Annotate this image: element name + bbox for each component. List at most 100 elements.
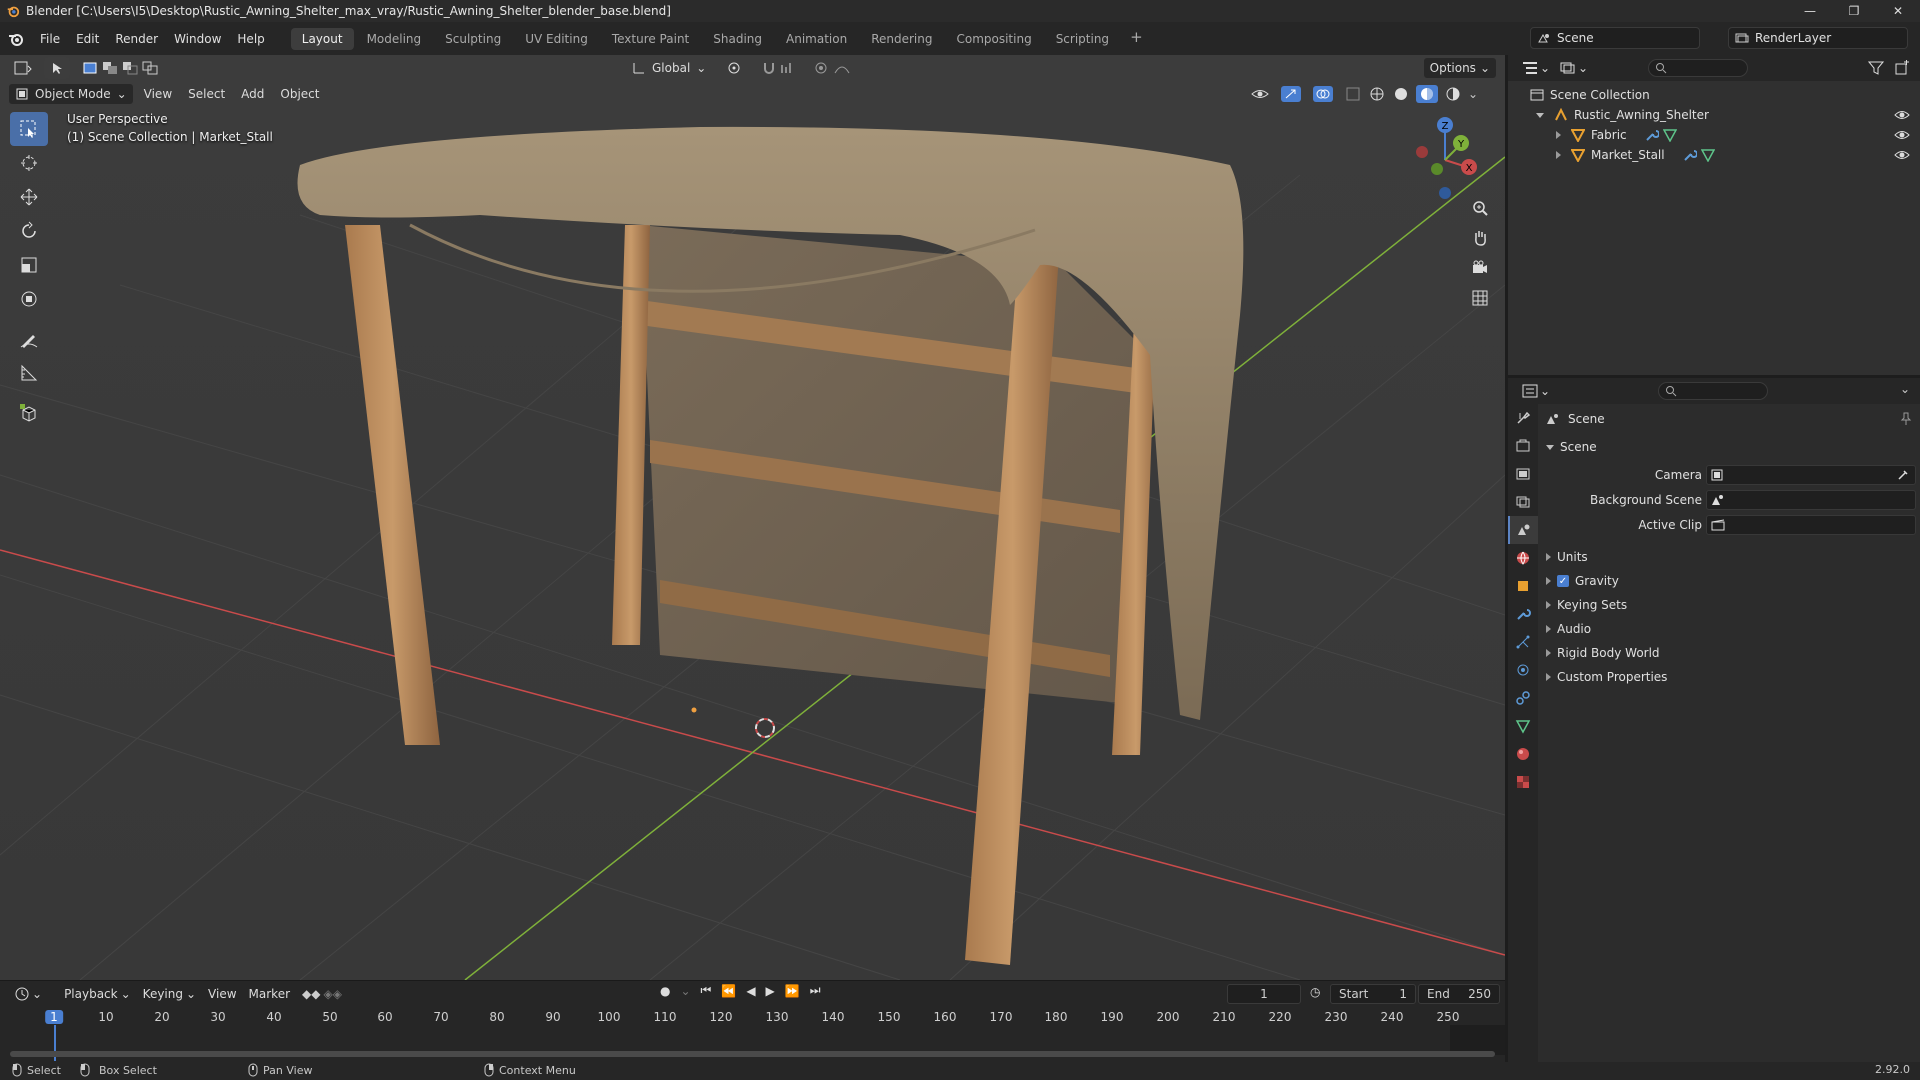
tab-shading[interactable]: Shading [702,28,773,50]
preview-range-icon[interactable]: ◷ [1310,985,1320,999]
eye-icon[interactable] [1894,108,1910,122]
menu-file[interactable]: File [32,28,68,50]
rendered-shading-icon[interactable] [1444,85,1462,103]
options-dropdown[interactable]: Options ⌄ [1422,57,1497,79]
add-workspace-icon[interactable]: + [1122,28,1151,50]
select-tool-button[interactable] [44,57,70,79]
outliner[interactable]: ⌄ ⌄ Scene Collection Rustic_Awning_Shelt… [1508,55,1920,375]
tool-cursor[interactable] [10,146,48,180]
tab-constraints[interactable] [1508,684,1538,712]
current-frame-field[interactable]: 1 [1227,984,1301,1004]
tab-uv-editing[interactable]: UV Editing [514,28,599,50]
tool-scale[interactable] [10,248,48,282]
keyframe-tools[interactable]: ◆◆ ◈◈ [296,983,348,1005]
viewport-menu-add[interactable]: Add [235,83,270,105]
tab-sculpting[interactable]: Sculpting [434,28,512,50]
camera-view-button[interactable] [1465,253,1495,283]
properties-editor[interactable]: ⌄ ⌄ Scene Scene Camera Background Scene … [1508,378,1920,1062]
editor-type-button[interactable] [8,57,38,79]
eye-icon[interactable] [1894,128,1910,142]
viewport-menu-object[interactable]: Object [274,83,325,105]
outliner-collection-row[interactable]: Rustic_Awning_Shelter [1508,105,1920,125]
blender-menu-icon[interactable] [8,31,24,47]
material-preview-icon[interactable] [1416,85,1438,103]
tab-view-layer[interactable] [1508,488,1538,516]
panel-audio[interactable]: Audio [1546,622,1591,636]
expand-arrow-icon[interactable] [1556,151,1561,159]
minimize-button[interactable]: — [1788,0,1832,22]
overlays-toggle-icon[interactable] [1312,85,1338,103]
tool-annotate[interactable] [10,322,48,356]
xray-toggle-icon[interactable] [1344,85,1362,103]
panel-gravity[interactable]: ✓ Gravity [1546,574,1619,588]
tab-scene[interactable] [1508,516,1538,544]
tab-texture-paint[interactable]: Texture Paint [601,28,700,50]
tab-texture[interactable] [1508,768,1538,796]
tab-object[interactable] [1508,572,1538,600]
tool-measure[interactable] [10,356,48,390]
orientation-dropdown[interactable]: Global ⌄ [626,57,712,79]
pivot-dropdown[interactable] [720,57,748,79]
3d-viewport[interactable]: Global ⌄ Options ⌄ Object Mode ⌄ View Se… [0,55,1505,980]
menu-edit[interactable]: Edit [68,28,107,50]
outliner-editor-type[interactable]: ⌄ [1516,57,1556,79]
tab-modeling[interactable]: Modeling [356,28,433,50]
close-button[interactable]: ✕ [1876,0,1920,22]
end-frame-field[interactable]: End 250 [1418,984,1500,1004]
properties-search-input[interactable] [1658,382,1768,400]
viewport-menu-view[interactable]: View [138,83,178,105]
tool-transform[interactable] [10,282,48,316]
maximize-button[interactable]: ❐ [1832,0,1876,22]
gizmo-toggle-icon[interactable] [1280,85,1306,103]
outliner-object-row[interactable]: Fabric [1508,125,1920,145]
timeline-menu-view[interactable]: View [202,983,242,1005]
shading-dropdown-icon[interactable]: ⌄ [1468,87,1478,101]
tab-rendering[interactable]: Rendering [860,28,943,50]
visibility-icon[interactable] [1250,86,1274,102]
pin-icon[interactable] [1900,412,1912,426]
tab-physics[interactable] [1508,656,1538,684]
pan-button[interactable] [1465,223,1495,253]
tool-move[interactable] [10,180,48,214]
menu-help[interactable]: Help [229,28,272,50]
timeline-scrollbar[interactable] [10,1051,1495,1057]
ortho-toggle-button[interactable] [1465,283,1495,313]
eyedropper-icon[interactable] [1897,469,1909,481]
menu-window[interactable]: Window [166,28,229,50]
scene-selector[interactable]: Scene [1530,27,1700,49]
mode-dropdown[interactable]: Object Mode ⌄ [8,83,134,105]
eye-icon[interactable] [1894,148,1910,162]
timeline-menu-keying[interactable]: Keying ⌄ [137,983,202,1005]
properties-editor-type[interactable]: ⌄ [1516,380,1556,402]
panel-rigid-body-world[interactable]: Rigid Body World [1546,646,1660,660]
tab-world[interactable] [1508,544,1538,572]
wireframe-shading-icon[interactable] [1368,85,1386,103]
viewport-menu-select[interactable]: Select [182,83,231,105]
tab-scripting[interactable]: Scripting [1045,28,1120,50]
play-reverse-icon[interactable]: ◀ [746,984,755,998]
filter-icon[interactable] [1868,61,1884,75]
ruler-current-frame[interactable]: 1 [45,1010,63,1024]
view-layer-selector[interactable]: RenderLayer [1728,27,1908,49]
zoom-button[interactable] [1465,193,1495,223]
panel-custom-properties[interactable]: Custom Properties [1546,670,1667,684]
record-icon[interactable]: ● [660,984,670,998]
display-mode-dropdown[interactable]: ⌄ [1554,57,1594,79]
tab-modifiers[interactable] [1508,600,1538,628]
selection-mode-buttons[interactable] [76,57,164,79]
tab-layout[interactable]: Layout [290,27,354,50]
tab-compositing[interactable]: Compositing [945,28,1042,50]
tool-rotate[interactable] [10,214,48,248]
timeline-menu-playback[interactable]: Playback ⌄ [58,983,137,1005]
proportional-edit-toggle[interactable] [808,57,856,79]
tab-data[interactable] [1508,712,1538,740]
panel-units[interactable]: Units [1546,550,1588,564]
menu-render[interactable]: Render [107,28,166,50]
next-keyframe-icon[interactable]: ⏩ [785,984,800,998]
timeline-ruler[interactable]: 1 10 20 30 40 50 60 70 80 90 100 110 120… [0,1007,1505,1027]
background-scene-field[interactable] [1706,490,1916,510]
panel-scene-header[interactable]: Scene [1546,440,1597,454]
tool-add-cube[interactable] [10,396,48,430]
expand-arrow-icon[interactable] [1556,131,1561,139]
tab-material[interactable] [1508,740,1538,768]
